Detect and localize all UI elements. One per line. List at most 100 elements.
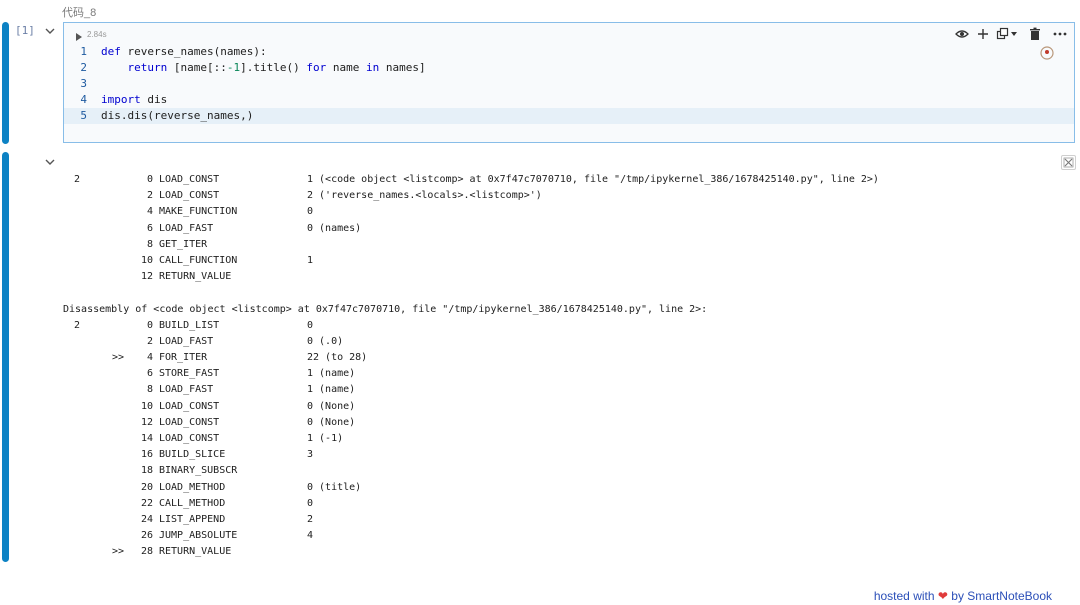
bytecode-offset: 14 [140,433,153,444]
code-line[interactable]: 3 [64,76,1074,92]
bytecode-offset: 4 [146,352,153,364]
execution-time: 2.84s [87,30,107,39]
opcode-name: CALL_METHOD [159,497,226,509]
code-token: ].title() [240,61,307,74]
cell-title: 代码_8 [62,7,97,19]
code-number: -1 [226,61,241,74]
bytecode-offset: 10 [140,254,153,266]
opcode-argument: 0 (names) [307,222,362,234]
opcode-name: LIST_APPEND [159,513,226,525]
play-icon [76,33,82,41]
opcode-name: LOAD_CONST [159,174,220,185]
opcode-argument: 0 (None) [307,416,356,428]
collapse-output-chevron-icon[interactable] [44,156,56,168]
bytecode-offset: 22 [140,497,153,509]
clear-output-icon [1063,157,1074,168]
opcode-name: FOR_ITER [159,352,208,364]
source-line-number: 2 [74,174,81,185]
code-text[interactable]: def reverse_names(names): [101,44,267,60]
code-keyword: in [365,61,380,74]
code-line[interactable]: 1 def reverse_names(names): [64,44,1074,60]
opcode-argument: 2 ('reverse_names.<locals>.<listcomp>') [307,190,542,202]
heart-icon: ❤ [937,589,948,603]
copy-dropdown-icon [996,27,1017,40]
opcode-name: LOAD_FAST [159,222,214,234]
opcode-argument: 3 [307,449,314,461]
opcode-name: LOAD_METHOD [159,481,226,493]
opcode-name: LOAD_FAST [159,335,214,347]
opcode-name: GET_ITER [159,238,208,250]
bytecode-offset: 16 [140,449,153,461]
opcode-argument: 0 (title) [307,481,362,493]
opcode-argument: 0 [307,497,314,509]
execution-count: [1] [15,24,35,37]
bytecode-offset: 8 [146,384,153,396]
bytecode-offset: 8 [146,238,153,250]
code-text[interactable]: return [name[::-1].title() for name in n… [101,60,426,76]
code-line[interactable]: 5 dis.dis(reverse_names,) [64,108,1074,124]
collapse-input-chevron-icon[interactable] [44,25,56,37]
eye-icon [955,30,969,38]
code-line[interactable]: 4 import dis [64,92,1074,108]
jump-target-marker: >> [112,546,125,558]
cell-input-bar[interactable] [2,22,9,144]
code-keyword: def [101,45,121,58]
bytecode-offset: 6 [146,368,153,380]
opcode-argument: 4 [307,530,314,542]
code-text[interactable]: import dis [101,92,167,108]
opcode-name: RETURN_VALUE [159,546,232,558]
jump-target-marker: >> [112,352,125,364]
bytecode-offset: 2 [146,335,153,347]
clear-output-button[interactable] [1061,155,1076,170]
footer-suffix[interactable]: by SmartNoteBook [951,589,1052,603]
opcode-name: LOAD_CONST [159,416,220,428]
code-keyword: import [101,93,141,106]
trash-icon [1030,27,1040,40]
opcode-name: STORE_FAST [159,368,220,380]
opcode-name: LOAD_CONST [159,433,220,444]
bytecode-offset: 20 [140,481,153,493]
bytecode-offset: 4 [146,206,153,218]
opcode-name: CALL_FUNCTION [159,254,238,266]
bytecode-offset: 26 [140,530,153,542]
run-cell-button[interactable] [74,29,84,41]
output-text: Disassembly of <code object <listcomp> a… [63,303,708,315]
source-line-number: 2 [74,319,81,331]
bytecode-offset: 28 [140,546,153,558]
code-keyword: return [127,61,168,74]
delete-cell-button[interactable] [1029,27,1041,41]
opcode-name: MAKE_FUNCTION [159,206,238,218]
footer-credit[interactable]: hosted with ❤ by SmartNoteBook [874,589,1052,603]
footer-prefix: hosted with [873,589,935,603]
line-number: 2 [80,61,87,74]
opcode-argument: 0 (None) [307,400,356,412]
code-token: reverse_names(names): [120,45,267,58]
opcode-name: BUILD_LIST [159,319,220,331]
opcode-name: BINARY_SUBSCR [159,465,238,477]
line-number: 3 [80,77,87,90]
more-options-button[interactable] [1052,27,1068,41]
opcode-argument: 0 [307,206,314,218]
cell-output-bar[interactable] [2,152,9,562]
code-token: names] [379,61,426,74]
code-keyword: for [306,61,327,74]
opcode-argument: 1 (name) [307,368,356,380]
bytecode-offset: 12 [140,416,153,428]
code-text[interactable]: dis.dis(reverse_names,) [101,108,253,124]
code-token: name [326,61,366,74]
copy-cell-dropdown[interactable] [996,27,1020,41]
line-number: 5 [80,109,87,122]
plus-icon [978,29,988,39]
add-cell-button[interactable] [976,27,990,41]
opcode-argument: 0 [307,319,314,331]
opcode-argument: 0 (.0) [307,335,344,347]
opcode-argument: 2 [307,513,314,525]
code-line[interactable]: 2 return [name[::-1].title() for name in… [64,60,1074,76]
code-lines[interactable]: 1 def reverse_names(names): 2 return [name… [64,44,1074,124]
opcode-name: LOAD_CONST [159,190,220,202]
bytecode-offset: 10 [140,400,153,412]
toggle-visibility-button[interactable] [955,27,969,41]
opcode-name: BUILD_SLICE [159,449,226,461]
line-number: 4 [80,93,87,106]
